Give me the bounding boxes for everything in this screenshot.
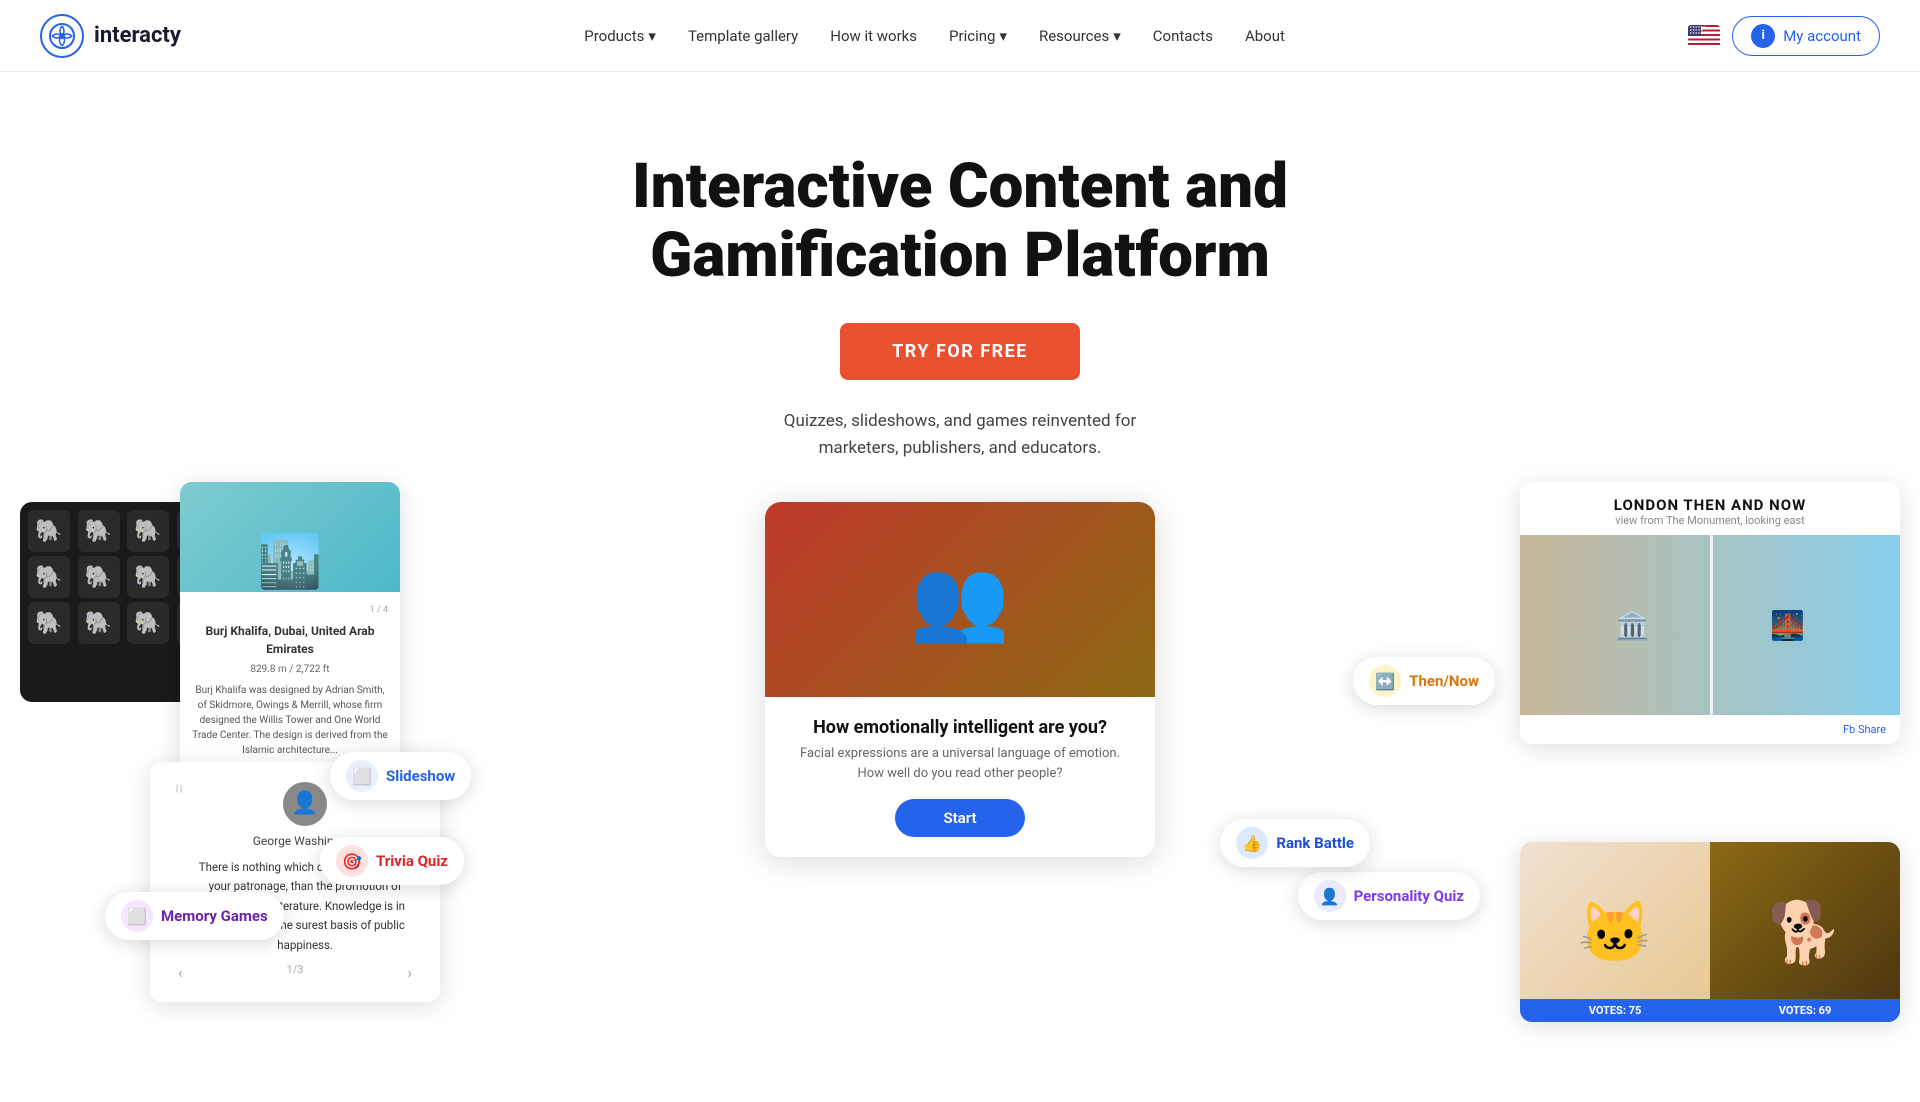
nav-pricing[interactable]: Pricing ▾	[935, 19, 1021, 53]
my-account-label: My account	[1783, 27, 1861, 45]
svg-text:★★★★★★: ★★★★★★	[1690, 31, 1706, 35]
quote-counter: 1/3	[287, 963, 304, 982]
language-flag[interactable]: ★★★★★★ ★★★★★ ★★★★★★	[1688, 25, 1720, 47]
rank-left-image: 🐱 VOTES: 75	[1520, 842, 1710, 1022]
slideshow-counter: 1 / 4	[192, 604, 388, 618]
memory-cell: 🐘	[28, 602, 70, 644]
nav-resources[interactable]: Resources ▾	[1025, 19, 1135, 53]
slideshow-badge-icon: ⬜	[346, 760, 378, 792]
then-now-subtitle: view from The Monument, looking east	[1538, 514, 1882, 527]
rank-badge-label: Rank Battle	[1276, 834, 1354, 852]
nav-products[interactable]: Products ▾	[570, 19, 670, 53]
try-for-free-button[interactable]: TRY FOR FREE	[840, 323, 1080, 380]
memory-games-badge[interactable]: ⬜ Memory Games	[105, 892, 284, 940]
chevron-down-icon: ▾	[1113, 27, 1121, 45]
slideshow-body: Burj Khalifa was designed by Adrian Smit…	[192, 683, 388, 758]
memory-badge-icon: ⬜	[121, 900, 153, 932]
hero-subtitle: Quizzes, slideshows, and games reinvente…	[20, 408, 1900, 462]
nav-template-gallery[interactable]: Template gallery	[674, 19, 812, 53]
personality-badge-label: Personality Quiz	[1354, 887, 1464, 905]
memory-cell: 🐘	[78, 556, 120, 598]
memory-cell: 🐘	[28, 510, 70, 552]
trivia-badge-icon: 🎯	[336, 845, 368, 877]
quote-prev-button[interactable]: ‹	[178, 963, 183, 982]
slideshow-title: Burj Khalifa, Dubai, United Arab Emirate…	[192, 622, 388, 658]
then-now-title: LONDON THEN AND NOW	[1538, 496, 1882, 514]
memory-cell: 🐘	[127, 510, 169, 552]
personality-badge-icon: 👤	[1314, 880, 1346, 912]
slideshow-card[interactable]: 🏙️ 1 / 4 Burj Khalifa, Dubai, United Ara…	[180, 482, 400, 782]
navbar: interacty Products ▾ Template gallery Ho…	[0, 0, 1920, 72]
chevron-down-icon: ▾	[999, 27, 1007, 45]
rank-battle-badge[interactable]: 👍 Rank Battle	[1220, 819, 1370, 867]
center-quiz-card[interactable]: 👥 How emotionally intelligent are you? F…	[765, 502, 1155, 857]
quote-avatar: 👤	[283, 782, 327, 826]
quote-mark-left: "	[174, 782, 184, 814]
center-quiz-title: How emotionally intelligent are you?	[785, 717, 1135, 738]
memory-badge-label: Memory Games	[161, 907, 268, 925]
then-now-badge-icon: ↔️	[1369, 665, 1401, 697]
nav-about[interactable]: About	[1231, 19, 1299, 53]
my-account-button[interactable]: i My account	[1732, 16, 1880, 56]
center-quiz-image: 👥	[765, 502, 1155, 697]
memory-cell: 🐘	[127, 602, 169, 644]
account-icon: i	[1751, 24, 1775, 48]
center-quiz-subtitle: Facial expressions are a universal langu…	[785, 744, 1135, 783]
memory-cell: 🐘	[78, 510, 120, 552]
rank-right-votes: VOTES: 69	[1710, 999, 1900, 1022]
slideshow-badge-label: Slideshow	[386, 767, 455, 785]
then-now-share-button[interactable]: Fb Share	[1843, 723, 1886, 736]
trivia-badge-label: Trivia Quiz	[376, 852, 448, 870]
logo[interactable]: interacty	[40, 14, 181, 58]
slideshow-image: 🏙️	[180, 482, 400, 592]
nav-right: ★★★★★★ ★★★★★ ★★★★★★ i My account	[1688, 16, 1880, 56]
then-now-card[interactable]: LONDON THEN AND NOW view from The Monume…	[1520, 482, 1900, 744]
memory-cell: 🐘	[78, 602, 120, 644]
slideshow-badge[interactable]: ⬜ Slideshow	[330, 752, 471, 800]
nav-links: Products ▾ Template gallery How it works…	[570, 19, 1299, 53]
hero-title: Interactive Content and Gamification Pla…	[610, 152, 1310, 291]
rank-battle-card[interactable]: 🐱 VOTES: 75 🐕 VOTES: 69	[1520, 842, 1900, 1022]
then-now-badge[interactable]: ↔️ Then/Now	[1353, 657, 1495, 705]
then-now-badge-label: Then/Now	[1409, 672, 1479, 690]
rank-right-image: 🐕 VOTES: 69	[1710, 842, 1900, 1022]
center-quiz-start-button[interactable]: Start	[895, 799, 1024, 837]
personality-quiz-badge[interactable]: 👤 Personality Quiz	[1298, 872, 1480, 920]
then-now-image: 🏛️ 🌉	[1520, 535, 1900, 715]
memory-cell: 🐘	[28, 556, 70, 598]
hero-visuals: 🐘 🐘 🐘 🐘 🐘 🐘 🐘 🐘 🐘 🐘 🐘 🐘 🏙️ 1 / 4	[20, 482, 1900, 1062]
memory-cell: 🐘	[127, 556, 169, 598]
logo-icon	[40, 14, 84, 58]
hero-section: Interactive Content and Gamification Pla…	[0, 72, 1920, 1102]
chevron-down-icon: ▾	[648, 27, 656, 45]
slideshow-stats: 829.8 m / 2,722 ft	[192, 662, 388, 677]
quote-next-button[interactable]: ›	[407, 963, 412, 982]
rank-badge-icon: 👍	[1236, 827, 1268, 859]
nav-how-it-works[interactable]: How it works	[816, 19, 931, 53]
logo-text: interacty	[94, 23, 181, 48]
rank-left-votes: VOTES: 75	[1520, 999, 1710, 1022]
trivia-quiz-badge[interactable]: 🎯 Trivia Quiz	[320, 837, 464, 885]
nav-contacts[interactable]: Contacts	[1139, 19, 1227, 53]
then-now-footer: Fb Share	[1520, 715, 1900, 744]
